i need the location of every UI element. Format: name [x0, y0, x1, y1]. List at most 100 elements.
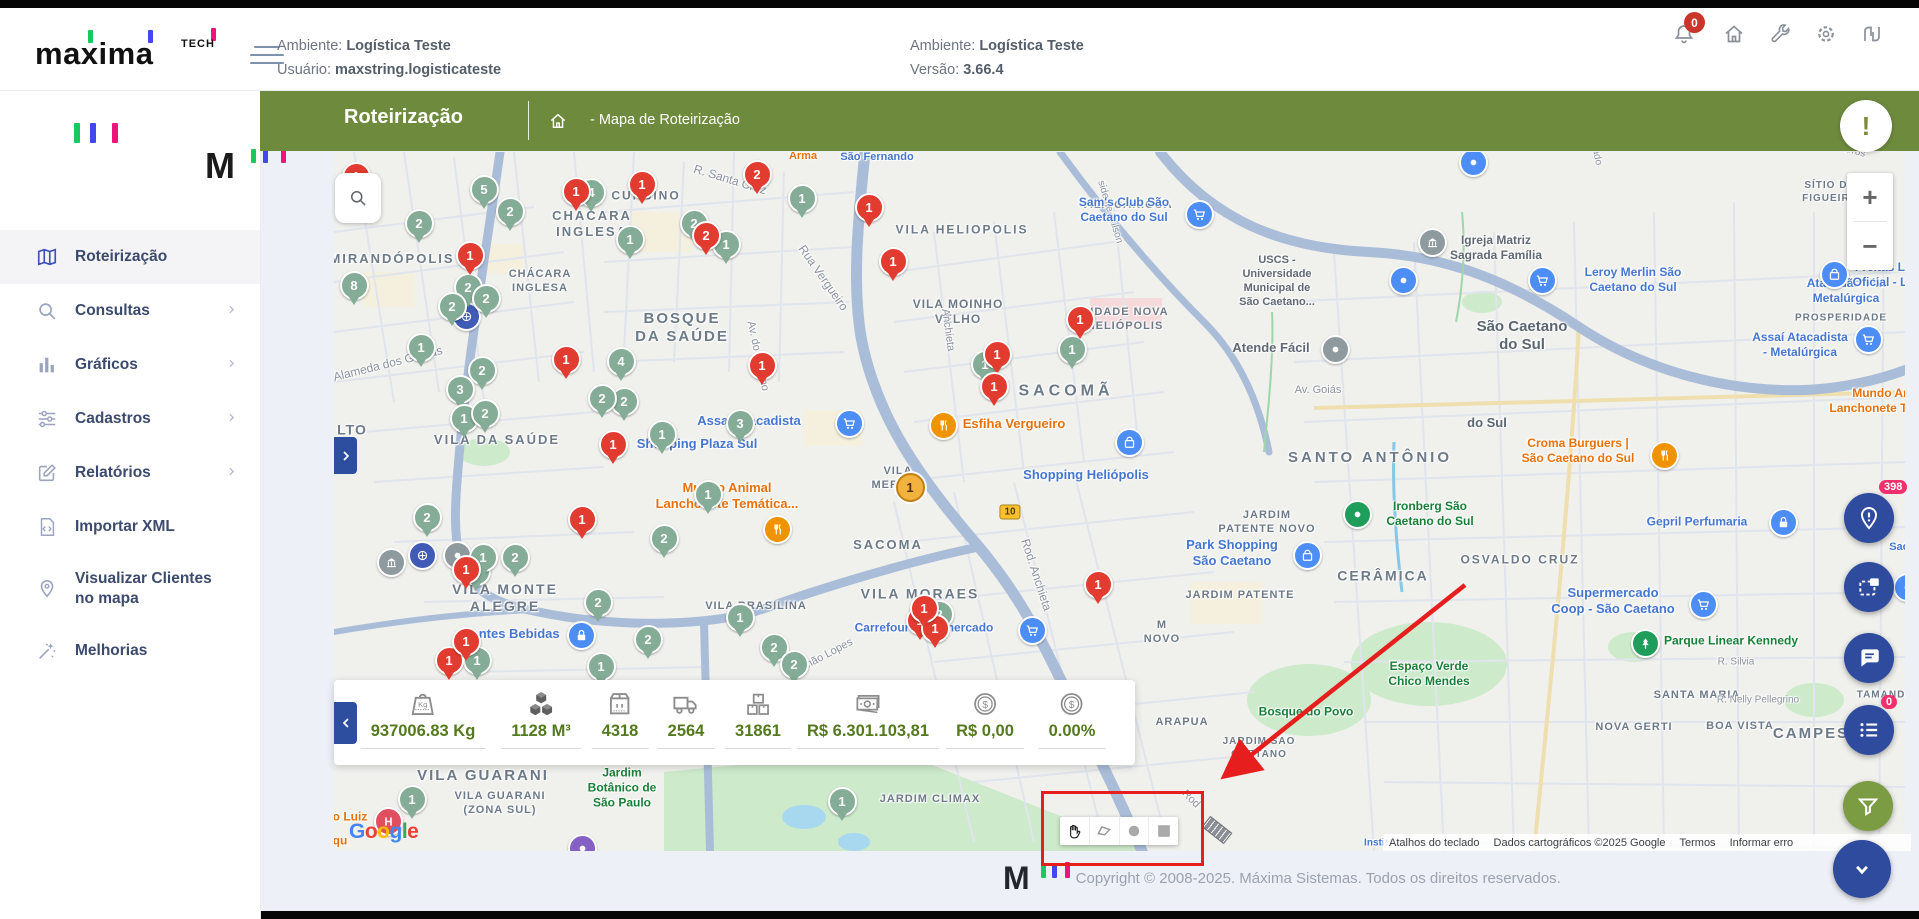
- poi-cart-icon[interactable]: [834, 408, 864, 438]
- alert-cluster-marker[interactable]: 1: [567, 504, 597, 534]
- client-cluster-marker[interactable]: 1: [586, 651, 616, 681]
- alert-cluster-marker[interactable]: 1: [627, 169, 657, 199]
- fab-occurrences[interactable]: [1844, 493, 1894, 543]
- client-cluster-marker[interactable]: 2: [471, 283, 501, 313]
- sidebar-item-importar-xml[interactable]: Importar XML: [0, 500, 260, 554]
- poi-fork-icon[interactable]: [762, 514, 792, 544]
- alert-button[interactable]: !: [1840, 100, 1892, 152]
- poi-bag-icon[interactable]: [1114, 427, 1144, 457]
- poi-cart-icon[interactable]: [1184, 199, 1214, 229]
- client-cluster-marker[interactable]: 1: [787, 183, 817, 213]
- package-icon: [592, 689, 649, 719]
- client-cluster-marker[interactable]: 1: [827, 786, 857, 816]
- poi-cart-icon[interactable]: [1853, 324, 1883, 354]
- client-cluster-marker[interactable]: 1: [693, 479, 723, 509]
- stat-value: 937006.83 Kg: [360, 722, 486, 749]
- wrench-icon[interactable]: [1768, 22, 1794, 48]
- poi-dot-icon[interactable]: [1458, 152, 1488, 177]
- collapse-stats-tab[interactable]: [334, 702, 357, 744]
- alert-cluster-marker[interactable]: 2: [691, 220, 721, 250]
- client-cluster-marker[interactable]: 2: [404, 208, 434, 238]
- alert-cluster-marker[interactable]: 1: [561, 176, 591, 206]
- alert-cluster-marker[interactable]: 1: [1065, 304, 1095, 334]
- poi-bag-icon[interactable]: [1819, 259, 1849, 289]
- alert-cluster-marker[interactable]: 1: [747, 350, 777, 380]
- client-cluster-marker[interactable]: 2: [470, 398, 500, 428]
- alert-cluster-marker[interactable]: 1: [451, 626, 481, 656]
- poi-dot-icon[interactable]: [1320, 334, 1350, 364]
- sidebar-item-gr-ficos[interactable]: Gráficos: [0, 338, 260, 392]
- currency-icon[interactable]: [1860, 22, 1886, 48]
- poi-metro-icon[interactable]: [407, 540, 437, 570]
- alert-cluster-marker[interactable]: 1: [551, 344, 581, 374]
- sidebar-item-melhorias[interactable]: Melhorias: [0, 624, 260, 678]
- keyboard-shortcuts-link[interactable]: Atalhos do teclado: [1389, 837, 1480, 849]
- client-cluster-marker[interactable]: 8: [339, 270, 369, 300]
- poi-museum-icon[interactable]: [1417, 227, 1447, 257]
- client-cluster-marker[interactable]: 2: [500, 542, 530, 572]
- sidebar-item-relat-rios[interactable]: Relatórios: [0, 446, 260, 500]
- alert-cluster-marker[interactable]: 1: [979, 371, 1009, 401]
- logo-word: maxima: [35, 36, 154, 71]
- poi-tree-icon[interactable]: [1630, 628, 1660, 658]
- client-cluster-marker[interactable]: 5: [469, 174, 499, 204]
- client-cluster-marker[interactable]: 2: [779, 649, 809, 679]
- fab-select-region[interactable]: [1844, 562, 1894, 612]
- client-cluster-marker[interactable]: 2: [437, 291, 467, 321]
- client-cluster-marker[interactable]: 1: [725, 602, 755, 632]
- zoom-in-button[interactable]: +: [1847, 173, 1893, 221]
- poi-lock-icon[interactable]: [1768, 507, 1798, 537]
- google-logo[interactable]: Google: [349, 820, 419, 844]
- client-cluster-marker[interactable]: 2: [649, 523, 679, 553]
- expand-panel-tab[interactable]: [334, 437, 357, 474]
- sidebar-item-visualizar-clientes-no-mapa[interactable]: Visualizar Clientes no mapa: [0, 554, 260, 624]
- fab-chat[interactable]: [1844, 633, 1894, 683]
- poi-bag-icon[interactable]: [1292, 540, 1322, 570]
- client-cluster-marker[interactable]: 1: [397, 784, 427, 814]
- poi-museum-icon[interactable]: [376, 547, 406, 577]
- map-search-button[interactable]: [335, 173, 381, 223]
- alert-cluster-marker[interactable]: 1: [455, 240, 485, 270]
- alert-cluster-marker[interactable]: 1: [1083, 569, 1113, 599]
- client-cluster-marker[interactable]: 2: [495, 196, 525, 226]
- client-cluster-marker[interactable]: 2: [583, 587, 613, 617]
- poi-dot-icon[interactable]: [1342, 499, 1372, 529]
- alert-cluster-marker[interactable]: 1: [598, 429, 628, 459]
- zoom-out-button[interactable]: −: [1847, 222, 1893, 270]
- poi-cart-icon[interactable]: [1017, 615, 1047, 645]
- client-cluster-marker[interactable]: 2: [412, 502, 442, 532]
- environment-info: Ambiente: Logística Teste Usuário: maxst…: [277, 34, 501, 82]
- breadcrumb-home-icon[interactable]: [548, 111, 568, 131]
- poi-fork-icon[interactable]: [1649, 440, 1679, 470]
- fab-list[interactable]: [1844, 705, 1894, 755]
- client-cluster-marker[interactable]: 3: [725, 408, 755, 438]
- client-cluster-marker[interactable]: 3: [445, 374, 475, 404]
- client-cluster-marker[interactable]: 2: [587, 383, 617, 413]
- map-zoom-control: + −: [1847, 173, 1893, 270]
- alert-cluster-marker[interactable]: 1: [982, 339, 1012, 369]
- gear-icon[interactable]: [1814, 22, 1840, 48]
- client-cluster-marker[interactable]: 4: [606, 346, 636, 376]
- poi-dot-icon[interactable]: [1388, 265, 1418, 295]
- alert-cluster-marker[interactable]: 1: [451, 554, 481, 584]
- fab-collapse[interactable]: [1833, 840, 1891, 898]
- client-cluster-marker[interactable]: 2: [633, 624, 663, 654]
- sidebar-item-cadastros[interactable]: Cadastros: [0, 392, 260, 446]
- poi-fork-icon[interactable]: [928, 410, 958, 440]
- alert-cluster-marker[interactable]: 1: [909, 593, 939, 623]
- selected-marker[interactable]: 1: [895, 472, 925, 502]
- alert-cluster-marker[interactable]: 1: [878, 246, 908, 276]
- alert-cluster-marker[interactable]: 2: [742, 159, 772, 189]
- poi-cart-icon[interactable]: [1527, 265, 1557, 295]
- alert-cluster-marker[interactable]: 1: [854, 192, 884, 222]
- client-cluster-marker[interactable]: 1: [615, 224, 645, 254]
- client-cluster-marker[interactable]: 1: [406, 332, 436, 362]
- terms-link[interactable]: Termos: [1680, 837, 1716, 849]
- report-error-link[interactable]: Informar erro: [1730, 837, 1794, 849]
- sidebar-item-roteiriza-o[interactable]: Roteirização: [0, 230, 260, 284]
- sidebar-item-consultas[interactable]: Consultas: [0, 284, 260, 338]
- client-cluster-marker[interactable]: 1: [647, 419, 677, 449]
- home-icon[interactable]: [1722, 22, 1748, 48]
- fab-filter[interactable]: [1843, 781, 1893, 831]
- poi-cart-icon[interactable]: [1688, 589, 1718, 619]
